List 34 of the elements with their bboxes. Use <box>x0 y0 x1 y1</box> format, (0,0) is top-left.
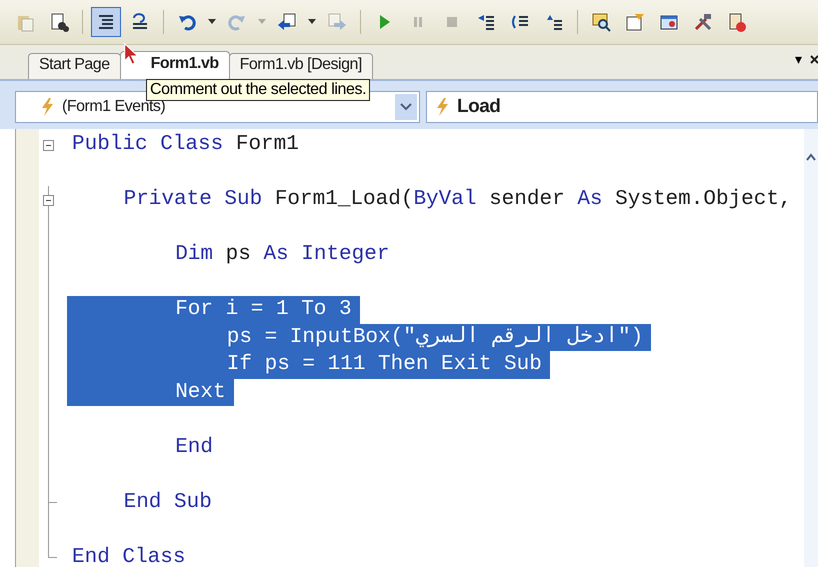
method-dropdown[interactable]: Load <box>426 91 818 123</box>
editor-tab[interactable]: Start Page <box>28 53 121 79</box>
tooltip: Comment out the selected lines. <box>146 79 370 101</box>
step-into-icon <box>476 12 496 32</box>
editor-tab[interactable]: Form1.vb <box>120 51 230 79</box>
code-line: Public Class Form1 <box>71 132 300 158</box>
lightning-icon <box>40 98 54 116</box>
code-line: End Sub <box>122 490 213 516</box>
mouse-pointer-icon <box>124 42 139 66</box>
magnifier-icon <box>591 12 611 32</box>
back-arrow-icon <box>277 12 297 32</box>
code-line: End Class <box>71 544 186 567</box>
tab-menu-button[interactable]: ▾ <box>795 51 802 67</box>
toolbar-button[interactable] <box>91 7 121 37</box>
document-search-icon <box>49 12 69 32</box>
chevron-down-icon <box>400 103 412 111</box>
uncomment-icon <box>130 12 150 32</box>
comment-icon <box>96 12 116 32</box>
caret-icon[interactable] <box>308 19 316 25</box>
collapse-icon[interactable] <box>43 140 54 151</box>
scroll-up-icon[interactable] <box>806 153 816 161</box>
code-line: Dim ps As Integer <box>174 242 390 268</box>
document-close-icon <box>727 12 747 32</box>
lightning-icon <box>435 98 449 116</box>
close-icon[interactable] <box>810 54 818 64</box>
scrollbar[interactable] <box>804 129 818 567</box>
caret-icon[interactable] <box>208 19 216 25</box>
properties-icon <box>625 12 645 32</box>
code-line: End <box>174 434 214 460</box>
tools-icon <box>693 12 713 32</box>
forward-arrow-icon <box>327 12 347 32</box>
editor-tab[interactable]: Form1.vb [Design] <box>228 53 373 79</box>
code-line: Private Sub Form1_Load(ByVal sender As System.Object, <box>122 187 793 213</box>
collapse-icon[interactable] <box>43 195 54 206</box>
